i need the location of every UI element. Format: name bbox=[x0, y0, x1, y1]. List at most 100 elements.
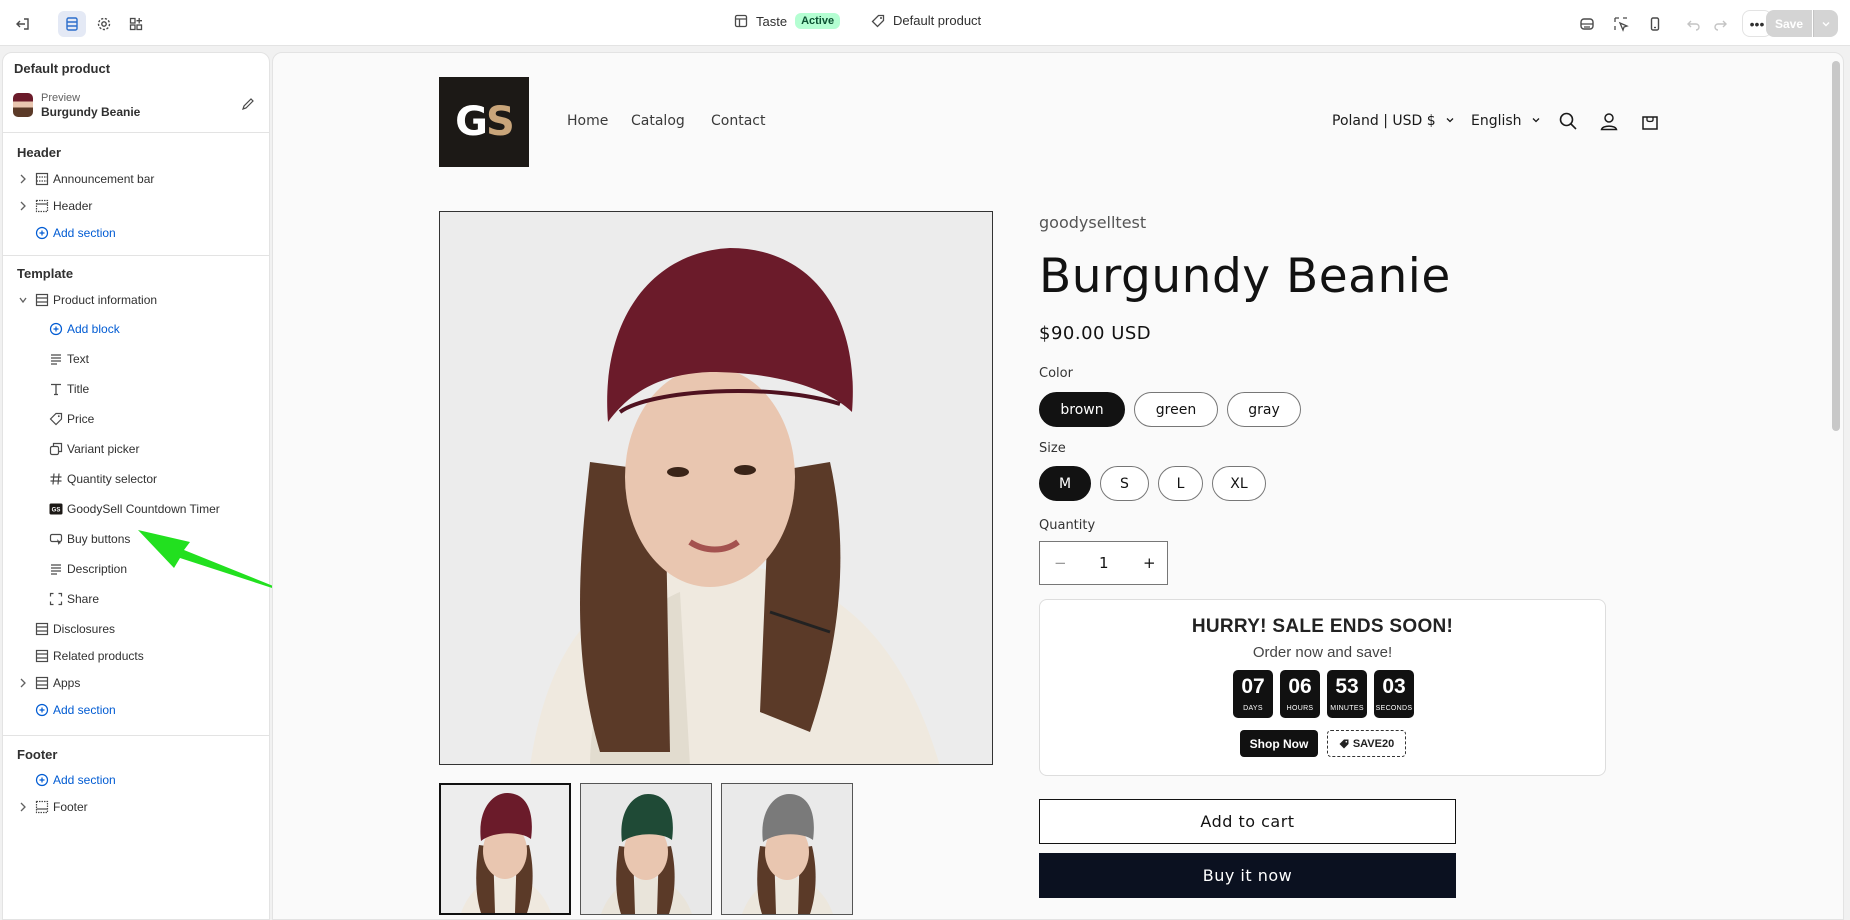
add-to-cart-button[interactable]: Add to cart bbox=[1039, 799, 1456, 844]
section-icon bbox=[35, 172, 49, 186]
section-icon bbox=[35, 199, 49, 213]
product-main-image[interactable] bbox=[439, 211, 993, 765]
sidebar-item-footer[interactable]: Footer bbox=[3, 795, 269, 819]
apps-icon[interactable] bbox=[122, 11, 150, 37]
store-logo[interactable]: GS bbox=[439, 77, 529, 167]
coupon-code[interactable]: SAVE20 bbox=[1327, 730, 1406, 757]
chevron-down-icon bbox=[1532, 118, 1540, 123]
block-label: Share bbox=[67, 592, 100, 606]
sidebar-item-announcement-bar[interactable]: Announcement bar bbox=[3, 167, 269, 191]
select-cursor-icon[interactable] bbox=[1607, 11, 1635, 37]
block-label: Title bbox=[67, 382, 90, 396]
chevron-down-icon bbox=[1446, 118, 1454, 123]
header-group-heading: Header bbox=[17, 145, 62, 160]
timer-days-unit: DAYS bbox=[1243, 705, 1263, 712]
plus-circle-icon bbox=[35, 703, 49, 717]
language-selector[interactable]: English bbox=[1471, 113, 1541, 129]
country-selector[interactable]: Poland | USD $ bbox=[1332, 113, 1455, 129]
preview-scrollbar[interactable] bbox=[1832, 61, 1840, 431]
color-option-green[interactable]: green bbox=[1134, 392, 1218, 427]
nav-catalog[interactable]: Catalog bbox=[631, 113, 685, 129]
block-quantity-selector[interactable]: Quantity selector bbox=[3, 467, 269, 491]
size-option-xl[interactable]: XL bbox=[1212, 466, 1266, 501]
save-options-button[interactable] bbox=[1813, 10, 1838, 37]
chevron-right-icon[interactable] bbox=[18, 677, 28, 689]
divider bbox=[3, 255, 269, 256]
chevron-right-icon[interactable] bbox=[18, 801, 28, 813]
buy-button-icon bbox=[49, 532, 63, 546]
quantity-stepper: − 1 + bbox=[1039, 541, 1168, 585]
quantity-increase-button[interactable]: + bbox=[1143, 554, 1156, 572]
plus-circle-icon bbox=[35, 226, 49, 240]
cart-icon[interactable] bbox=[1640, 111, 1660, 135]
size-option-m[interactable]: M bbox=[1039, 466, 1091, 501]
quantity-decrease-button[interactable]: − bbox=[1054, 554, 1067, 572]
quantity-input[interactable]: 1 bbox=[1099, 554, 1109, 572]
preview-label: Preview bbox=[41, 92, 81, 104]
block-label: Variant picker bbox=[67, 442, 140, 456]
title-t-icon bbox=[49, 382, 63, 396]
nav-contact[interactable]: Contact bbox=[711, 113, 765, 129]
add-block-button[interactable]: Add block bbox=[3, 317, 269, 341]
chevron-right-icon[interactable] bbox=[18, 173, 28, 185]
block-variant-picker[interactable]: Variant picker bbox=[3, 437, 269, 461]
plus-circle-icon bbox=[49, 322, 63, 336]
sections-icon[interactable] bbox=[58, 11, 86, 37]
add-section-header[interactable]: Add section bbox=[3, 221, 269, 245]
inspector-icon[interactable] bbox=[1573, 11, 1601, 37]
undo-icon[interactable] bbox=[1680, 11, 1708, 37]
exit-icon[interactable] bbox=[9, 11, 37, 37]
template-selector[interactable]: Default product bbox=[871, 13, 981, 28]
account-icon[interactable] bbox=[1599, 111, 1619, 135]
settings-gear-icon[interactable] bbox=[90, 11, 118, 37]
product-thumbnail bbox=[13, 93, 33, 117]
sidebar-item-apps[interactable]: Apps bbox=[3, 671, 269, 695]
timer-days: 07 DAYS bbox=[1233, 670, 1273, 718]
text-lines-icon bbox=[49, 352, 63, 366]
thumbnail-gray[interactable] bbox=[721, 783, 853, 915]
size-label: Size bbox=[1039, 441, 1066, 456]
redo-icon[interactable] bbox=[1706, 11, 1734, 37]
countdown-timer-widget: HURRY! SALE ENDS SOON! Order now and sav… bbox=[1039, 599, 1606, 776]
logo-letter-s: S bbox=[486, 99, 515, 145]
timer-hours-unit: HOURS bbox=[1286, 705, 1314, 712]
preview-selector[interactable]: Preview Burgundy Beanie bbox=[11, 89, 261, 125]
sidebar-item-related-products[interactable]: Related products bbox=[3, 644, 269, 668]
thumbnail-burgundy[interactable] bbox=[439, 783, 571, 915]
coupon-code-text: SAVE20 bbox=[1352, 737, 1395, 750]
timer-minutes: 53 MINUTES bbox=[1327, 670, 1367, 718]
shop-now-button[interactable]: Shop Now bbox=[1240, 730, 1318, 757]
pencil-icon[interactable] bbox=[241, 97, 255, 114]
chevron-right-icon[interactable] bbox=[18, 200, 28, 212]
divider bbox=[3, 132, 269, 133]
quantity-label: Quantity bbox=[1039, 518, 1096, 533]
block-title[interactable]: Title bbox=[3, 377, 269, 401]
save-button[interactable]: Save bbox=[1766, 10, 1812, 37]
block-price[interactable]: Price bbox=[3, 407, 269, 431]
size-option-l[interactable]: L bbox=[1158, 466, 1203, 501]
section-icon bbox=[35, 676, 49, 690]
add-section-template[interactable]: Add section bbox=[3, 698, 269, 722]
block-text[interactable]: Text bbox=[3, 347, 269, 371]
timer-hours-value: 06 bbox=[1288, 675, 1312, 698]
color-option-gray[interactable]: gray bbox=[1227, 392, 1301, 427]
sidebar-item-header[interactable]: Header bbox=[3, 194, 269, 218]
footer-group-heading: Footer bbox=[17, 747, 58, 762]
divider bbox=[3, 735, 269, 736]
mobile-preview-icon[interactable] bbox=[1641, 11, 1669, 37]
sidebar-title: Default product bbox=[14, 61, 111, 76]
size-option-s[interactable]: S bbox=[1100, 466, 1149, 501]
timer-title: HURRY! SALE ENDS SOON! bbox=[1191, 616, 1454, 637]
color-option-brown[interactable]: brown bbox=[1039, 392, 1125, 427]
thumbnail-green[interactable] bbox=[580, 783, 712, 915]
price-tag-icon bbox=[49, 412, 63, 426]
add-section-footer[interactable]: Add section bbox=[3, 768, 269, 792]
search-icon[interactable] bbox=[1558, 111, 1578, 135]
chevron-down-icon[interactable] bbox=[18, 294, 28, 306]
sidebar-item-product-information[interactable]: Product information bbox=[3, 288, 269, 312]
nav-home[interactable]: Home bbox=[567, 113, 608, 129]
sidebar-item-disclosures[interactable]: Disclosures bbox=[3, 617, 269, 641]
buy-it-now-button[interactable]: Buy it now bbox=[1039, 853, 1456, 898]
block-goodysell-countdown-timer[interactable]: GS GoodySell Countdown Timer bbox=[3, 497, 269, 521]
theme-selector[interactable]: Taste Active bbox=[734, 13, 841, 29]
